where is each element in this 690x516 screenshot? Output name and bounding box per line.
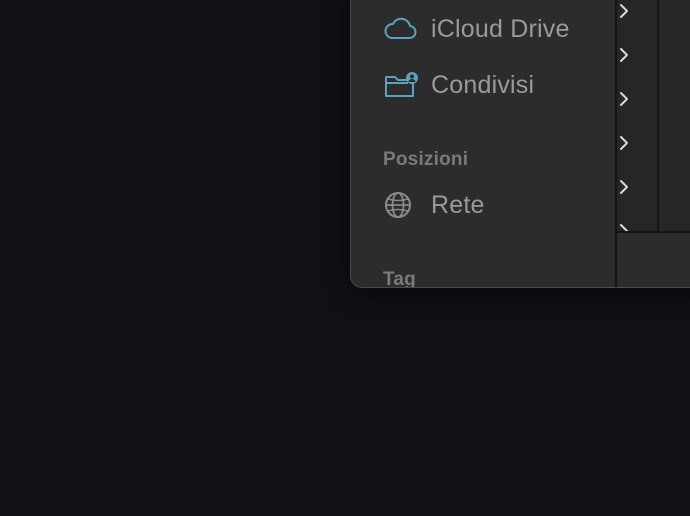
finder-window: iCloud Drive Condivisi Posizioni Rete Ta…: [350, 0, 690, 288]
sidebar-item-label: iCloud Drive: [431, 14, 570, 43]
sidebar-item-label: Condivisi: [431, 70, 535, 99]
network-globe-icon: [383, 187, 419, 223]
chevron-right-icon[interactable]: [617, 135, 631, 151]
sidebar-item-label: Rete: [431, 190, 485, 219]
chevron-right-icon[interactable]: [617, 179, 631, 195]
chevron-right-icon[interactable]: [617, 3, 631, 19]
shared-folder-icon: [383, 67, 419, 103]
chevron-right-icon[interactable]: [617, 91, 631, 107]
sidebar-item-condivisi[interactable]: Condivisi: [383, 67, 534, 103]
desktop-background: iCloud Drive Condivisi Posizioni Rete Ta…: [0, 0, 690, 516]
finder-sidebar: iCloud Drive Condivisi Posizioni Rete Ta…: [351, 0, 615, 287]
section-header-tag[interactable]: Tag: [383, 269, 416, 287]
sidebar-item-rete[interactable]: Rete: [383, 187, 485, 223]
chevron-right-icon[interactable]: [617, 223, 631, 231]
column-divider[interactable]: [657, 0, 659, 231]
sidebar-item-icloud-drive[interactable]: iCloud Drive: [383, 11, 570, 47]
column-pane-footer: [617, 231, 690, 287]
section-header-posizioni[interactable]: Posizioni: [383, 149, 468, 171]
column-pane: [617, 0, 690, 231]
chevron-right-icon[interactable]: [617, 47, 631, 63]
cloud-icon: [383, 11, 419, 47]
